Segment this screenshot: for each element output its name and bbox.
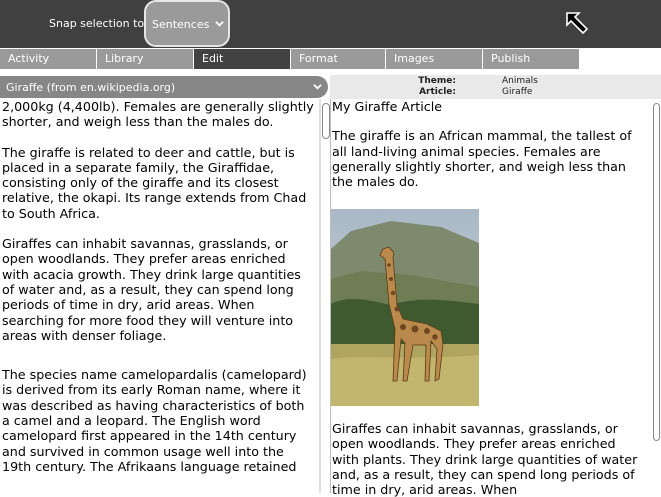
source-paragraph[interactable]: The species name camelopardalis (camelop… — [2, 367, 314, 474]
source-scrollbar[interactable] — [321, 99, 330, 493]
theme-value: Animals — [502, 76, 538, 86]
giraffe-photo[interactable] — [331, 209, 479, 406]
source-selector[interactable]: Giraffe (from en.wikipedia.org) — [0, 76, 328, 98]
snap-select-value: Sentences — [152, 18, 210, 31]
tab-images[interactable]: Images — [386, 49, 482, 69]
article-key: Article: — [419, 87, 456, 97]
source-paragraph[interactable]: Giraffes can inhabit savannas, grassland… — [2, 236, 314, 343]
tab-bar: Activity Library Edit Format Images Publ… — [0, 48, 661, 70]
chevron-down-icon — [313, 84, 322, 90]
article-meta: Theme: Animals Article: Giraffe — [330, 75, 661, 99]
theme-key: Theme: — [418, 76, 456, 86]
article-paragraph[interactable]: The giraffe is an African mammal, the ta… — [332, 128, 642, 189]
source-text-pane[interactable]: 2,000kg (4,400lb). Females are generally… — [0, 99, 320, 493]
chevron-down-icon — [215, 21, 224, 27]
tab-publish[interactable]: Publish — [483, 49, 579, 69]
source-title: Giraffe (from en.wikipedia.org) — [6, 81, 176, 94]
snap-label: Snap selection to: — [49, 17, 148, 30]
scrollbar-thumb[interactable] — [322, 103, 330, 139]
snap-select[interactable]: Sentences — [144, 0, 230, 47]
article-value: Giraffe — [502, 87, 533, 97]
scrollbar-thumb[interactable] — [653, 103, 660, 441]
tab-edit[interactable]: Edit — [194, 49, 290, 69]
tab-format[interactable]: Format — [291, 49, 385, 69]
source-paragraph[interactable]: The giraffe is related to deer and cattl… — [2, 145, 314, 221]
source-paragraph[interactable]: 2,000kg (4,400lb). Females are generally… — [2, 99, 314, 130]
article-paragraph-2[interactable]: Giraffes can inhabit savannas, grassland… — [332, 421, 642, 497]
source-text[interactable]: 2,000kg (4,400lb). Females are generally… — [2, 99, 314, 489]
tab-library[interactable]: Library — [97, 49, 193, 69]
article-heading[interactable]: My Giraffe Article — [332, 99, 642, 114]
arrow-cursor-icon — [566, 12, 589, 35]
article-text[interactable]: My Giraffe Article The giraffe is an Afr… — [332, 99, 642, 189]
top-toolbar: Snap selection to: Sentences — [0, 0, 661, 48]
tab-activity[interactable]: Activity — [0, 49, 96, 69]
article-scrollbar[interactable] — [651, 99, 661, 493]
